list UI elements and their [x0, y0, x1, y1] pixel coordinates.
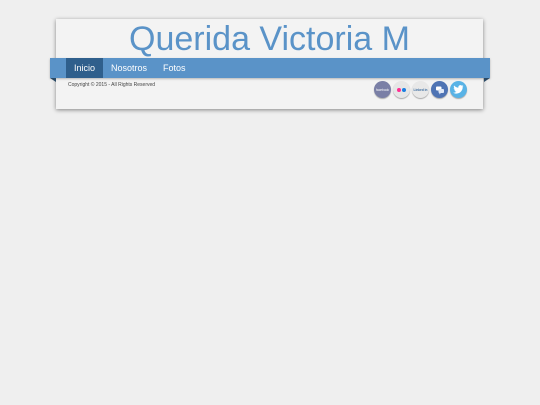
chat-icon[interactable]	[431, 81, 448, 98]
copyright-text: Copyright © 2015 - All Rights Reserved	[68, 82, 156, 88]
flickr-dot-blue	[402, 87, 406, 92]
nav-item-fotos[interactable]: Fotos	[155, 58, 194, 78]
chat-bubbles-glyph	[435, 86, 444, 94]
twitter-icon[interactable]	[450, 81, 467, 98]
linkedin-icon[interactable]: Linked in	[412, 81, 429, 98]
site-title[interactable]: Querida Victoria M	[56, 19, 483, 58]
flickr-dot-pink	[397, 87, 401, 92]
main-nav: Inicio Nosotros Fotos	[66, 58, 194, 78]
ribbon-fold-right	[484, 78, 490, 82]
nav-item-inicio[interactable]: Inicio	[66, 58, 104, 78]
nav-item-nosotros[interactable]: Nosotros	[103, 58, 155, 78]
facebook-icon[interactable]: facebook	[374, 81, 391, 98]
linkedin-label: Linked in	[413, 87, 428, 92]
flickr-icon[interactable]	[393, 81, 410, 98]
social-links: facebook Linked in	[374, 81, 467, 98]
facebook-label: facebook	[376, 87, 389, 92]
twitter-bird-glyph	[453, 85, 464, 94]
ribbon-fold-left	[50, 78, 56, 82]
